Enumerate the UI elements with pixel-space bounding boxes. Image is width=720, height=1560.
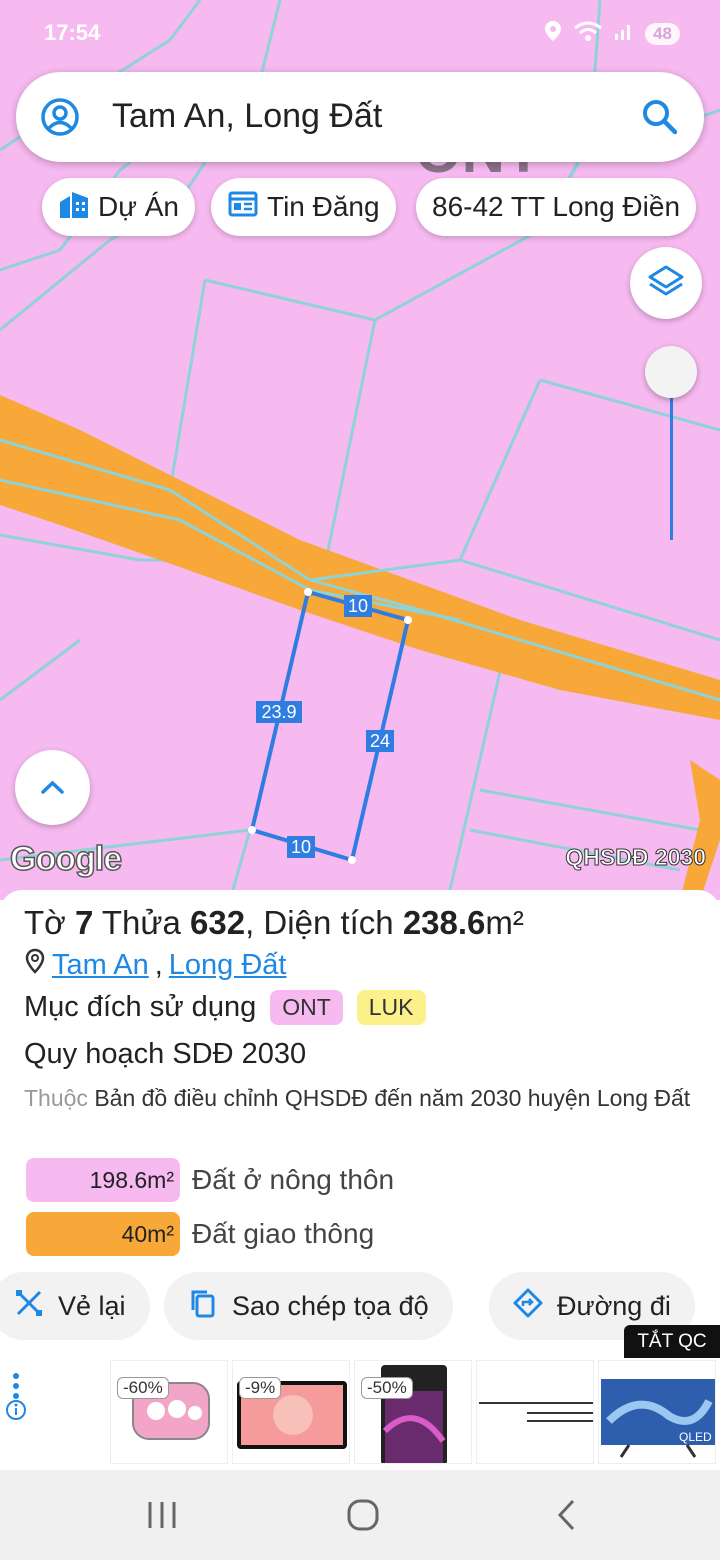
product-tv-image: QLED	[601, 1379, 715, 1458]
redraw-label: Vẻ lại	[58, 1290, 126, 1321]
district-link[interactable]: Long Đất	[169, 949, 287, 982]
expand-panel-button[interactable]	[15, 750, 90, 825]
landuse-label: Đất ở nông thôn	[192, 1164, 395, 1195]
ad-product-1[interactable]: -60%	[110, 1360, 228, 1464]
wifi-icon	[573, 20, 603, 48]
redraw-button[interactable]: Vẻ lại	[0, 1272, 150, 1340]
ads-close-button[interactable]: TẮT QC	[624, 1325, 720, 1359]
parcel-location: Tam An, Long Đất	[24, 948, 286, 982]
system-nav-bar	[0, 1470, 720, 1560]
chip-label: 86-42 TT Long Điền	[432, 191, 681, 222]
commune-link[interactable]: Tam An	[52, 949, 149, 982]
dimension-label-bottom: 10	[291, 837, 311, 857]
discount-badge: -9%	[239, 1377, 282, 1399]
dimension-label-left: 23.9	[261, 702, 296, 722]
parcel-info-panel: Tờ 7 Thửa 632, Diện tích 238.6m² Tam An,…	[0, 890, 720, 1270]
ad-product-4[interactable]	[476, 1360, 594, 1464]
google-attribution: Google	[9, 839, 123, 879]
redraw-icon	[14, 1288, 44, 1325]
ad-product-3[interactable]: -50%	[354, 1360, 472, 1464]
ad-strip: -60% -9% -50% QLED	[0, 1358, 720, 1470]
search-input[interactable]: Tam An, Long Đất	[112, 97, 382, 136]
opacity-slider-track[interactable]	[670, 395, 673, 540]
chip-label: Dự Án	[98, 191, 179, 222]
landuse-row-traffic: 40m² Đất giao thông	[26, 1212, 374, 1256]
signal-icon	[613, 20, 635, 48]
product-image	[479, 1402, 593, 1422]
chevron-up-icon	[41, 780, 64, 794]
plan-description: Thuộc Bản đồ điều chỉnh QHSDĐ đến năm 20…	[24, 1085, 691, 1111]
status-bar: 17:54 48	[0, 0, 720, 70]
map-source-label: QHSDĐ 2030	[565, 844, 707, 871]
battery-indicator: 48	[645, 23, 680, 45]
map-pin-icon	[24, 948, 46, 982]
chip-location-filter[interactable]: 86-42 TT Long Điền	[416, 178, 697, 236]
directions-icon	[513, 1288, 543, 1325]
layers-icon	[648, 265, 684, 296]
purpose-tag-ont: ONT	[270, 990, 343, 1025]
layers-button[interactable]	[630, 247, 702, 319]
discount-badge: -50%	[361, 1377, 413, 1399]
ad-product-5[interactable]: QLED	[598, 1360, 716, 1464]
tv-brand-label: QLED	[679, 1430, 712, 1444]
land-purpose-label: Mục đích sử dụng	[24, 991, 257, 1023]
ad-info-icon[interactable]	[4, 1368, 28, 1458]
purpose-tag-luk: LUK	[356, 990, 426, 1025]
chip-label: Tin Đăng	[267, 191, 380, 222]
listing-icon	[227, 188, 259, 227]
opacity-slider-handle[interactable]	[645, 346, 697, 398]
search-bar[interactable]: Tam An, Long Đất	[16, 72, 704, 162]
recent-apps-icon[interactable]	[145, 1498, 179, 1532]
landuse-label: Đất giao thông	[192, 1218, 375, 1249]
plan-title: Quy hoạch SDĐ 2030	[24, 1038, 307, 1070]
chip-tin-dang[interactable]: Tin Đăng	[211, 178, 396, 236]
copy-coordinates-button[interactable]: Sao chép tọa độ	[164, 1272, 453, 1340]
land-purpose-row: Mục đích sử dụng ONT LUK	[24, 990, 426, 1025]
discount-badge: -60%	[117, 1377, 169, 1399]
directions-label: Đường đi	[557, 1290, 671, 1321]
dimension-label-right: 24	[370, 731, 390, 751]
chip-du-an[interactable]: Dự Án	[42, 178, 195, 236]
user-account-icon[interactable]	[40, 97, 80, 137]
building-icon	[58, 188, 90, 227]
landuse-row-residential: 198.6m² Đất ở nông thôn	[26, 1158, 394, 1202]
landuse-area: 198.6m²	[26, 1158, 180, 1202]
ad-product-2[interactable]: -9%	[232, 1360, 350, 1464]
map-view[interactable]: ONT 10 23.9 24 10 17:54	[0, 0, 720, 900]
status-time: 17:54	[44, 20, 101, 45]
home-icon[interactable]	[346, 1498, 380, 1532]
back-icon[interactable]	[550, 1498, 584, 1532]
search-icon[interactable]	[640, 97, 680, 137]
copy-icon	[188, 1288, 218, 1325]
copy-coordinates-label: Sao chép tọa độ	[232, 1290, 429, 1321]
parcel-title: Tờ 7 Thửa 632, Diện tích 238.6m²	[24, 904, 524, 941]
status-icons: 48	[543, 20, 680, 48]
location-icon	[543, 20, 563, 48]
dimension-label-top: 10	[348, 596, 368, 616]
landuse-area: 40m²	[26, 1212, 180, 1256]
